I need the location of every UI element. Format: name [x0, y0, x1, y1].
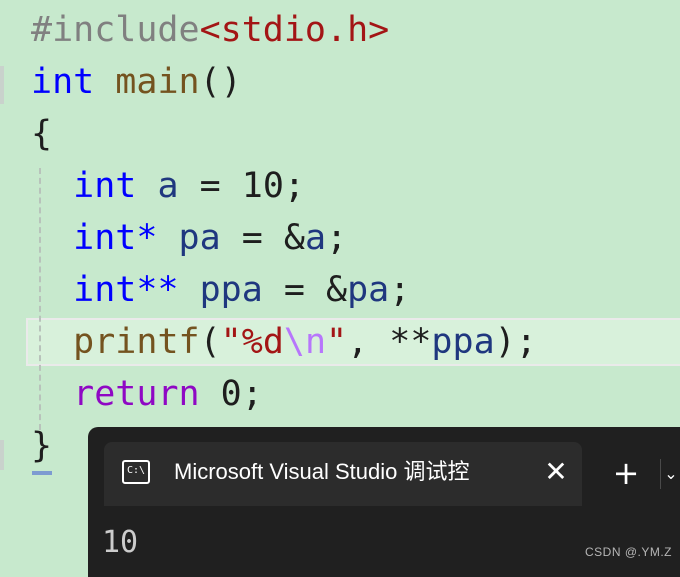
operator: = & — [262, 270, 348, 310]
function-name: printf — [73, 322, 200, 362]
keyword: int** — [73, 270, 179, 310]
variable: ppa — [431, 322, 495, 362]
variable: a — [304, 218, 327, 258]
return-value: 0; — [199, 374, 263, 414]
change-marker — [0, 66, 4, 104]
code-line-decl-a[interactable]: int a = 10; — [31, 160, 305, 212]
brace-match-underline — [32, 471, 52, 475]
code-line-printf[interactable]: printf("%d\n", **ppa); — [31, 316, 537, 368]
operator: = & — [220, 218, 305, 258]
assignment: = 10; — [178, 166, 305, 206]
terminal-output: 10 — [102, 525, 139, 560]
string-literal: "%d — [220, 322, 284, 362]
string-literal: " — [326, 322, 348, 362]
variable: ppa — [199, 270, 263, 310]
punctuation: ; — [389, 270, 411, 310]
close-brace: } — [31, 426, 53, 466]
punctuation: ); — [494, 322, 537, 362]
change-marker — [0, 440, 4, 470]
variable: pa — [178, 218, 221, 258]
code-line-include[interactable]: #include<stdio.h> — [31, 4, 389, 56]
code-line-decl-ppa[interactable]: int** ppa = &pa; — [31, 264, 410, 316]
terminal-tab[interactable]: C:\ Microsoft Visual Studio 调试控 ✕ — [104, 442, 582, 506]
code-line-return[interactable]: return 0; — [31, 368, 263, 420]
keyword: return — [73, 374, 200, 414]
plus-icon[interactable]: + — [608, 455, 644, 491]
punctuation: ; — [326, 218, 348, 258]
punctuation: ( — [199, 322, 221, 362]
keyword: int* — [73, 218, 158, 258]
chevron-down-icon[interactable]: ⌄ — [660, 459, 680, 489]
preprocessor-directive: #include — [31, 10, 200, 50]
keyword: int — [73, 166, 137, 206]
close-icon[interactable]: ✕ — [538, 454, 574, 490]
code-line-close-brace[interactable]: } — [31, 420, 52, 472]
terminal-icon: C:\ — [122, 460, 150, 484]
variable: pa — [347, 270, 390, 310]
include-header: <stdio.h> — [199, 10, 390, 50]
code-line-open-brace[interactable]: { — [31, 108, 52, 160]
keyword: int — [31, 62, 95, 102]
open-brace: { — [31, 114, 53, 154]
code-line-main[interactable]: int main() — [31, 56, 242, 108]
punctuation: () — [199, 62, 242, 102]
escape-sequence: \n — [283, 322, 327, 362]
watermark: CSDN @.YM.Z — [584, 545, 672, 559]
code-line-decl-pa[interactable]: int* pa = &a; — [31, 212, 347, 264]
function-name: main — [115, 62, 200, 102]
terminal-tab-title: Microsoft Visual Studio 调试控 — [174, 459, 470, 484]
operator: , ** — [347, 322, 432, 362]
variable: a — [157, 166, 179, 206]
